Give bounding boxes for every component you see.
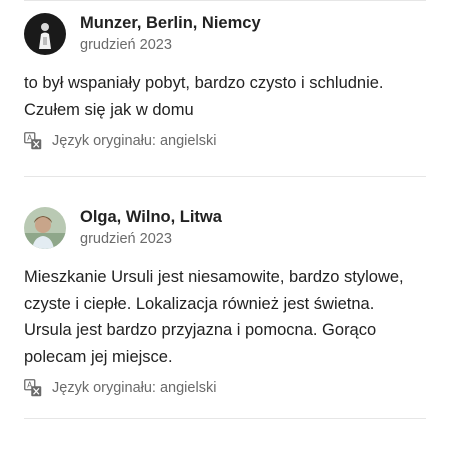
review-text: Mieszkanie Ursuli jest niesamowite, bard… (24, 268, 404, 366)
translation-note: A Język oryginału: angielski (24, 378, 426, 398)
review-header: Munzer, Berlin, Niemcy grudzień 2023 (24, 12, 426, 56)
author-meta: Olga, Wilno, Litwa grudzień 2023 (80, 207, 222, 249)
original-language-label: Język oryginału: angielski (52, 133, 217, 149)
original-language-label: Język oryginału: angielski (52, 380, 217, 396)
review-card: Munzer, Berlin, Niemcy grudzień 2023 to … (24, 12, 426, 151)
review-date: grudzień 2023 (80, 231, 172, 247)
top-divider (24, 0, 426, 1)
review-text: to był wspaniały pobyt, bardzo czysto i … (24, 74, 384, 119)
translate-icon: A (24, 379, 42, 397)
review-date: grudzień 2023 (80, 37, 172, 53)
reviews-page: Munzer, Berlin, Niemcy grudzień 2023 to … (0, 0, 450, 450)
author-name[interactable]: Munzer, Berlin, Niemcy (80, 13, 261, 34)
author-meta: Munzer, Berlin, Niemcy grudzień 2023 (80, 13, 261, 55)
author-name[interactable]: Olga, Wilno, Litwa (80, 207, 222, 228)
avatar[interactable] (24, 13, 66, 55)
avatar[interactable] (24, 207, 66, 249)
person-photo-icon (24, 13, 66, 55)
review-card: Olga, Wilno, Litwa grudzień 2023 Mieszka… (24, 206, 426, 398)
translate-icon: A (24, 132, 42, 150)
translation-note: A Język oryginału: angielski (24, 131, 426, 151)
person-photo-icon (24, 207, 66, 249)
review-header: Olga, Wilno, Litwa grudzień 2023 (24, 206, 426, 250)
review-divider (24, 176, 426, 177)
review-divider (24, 418, 426, 419)
